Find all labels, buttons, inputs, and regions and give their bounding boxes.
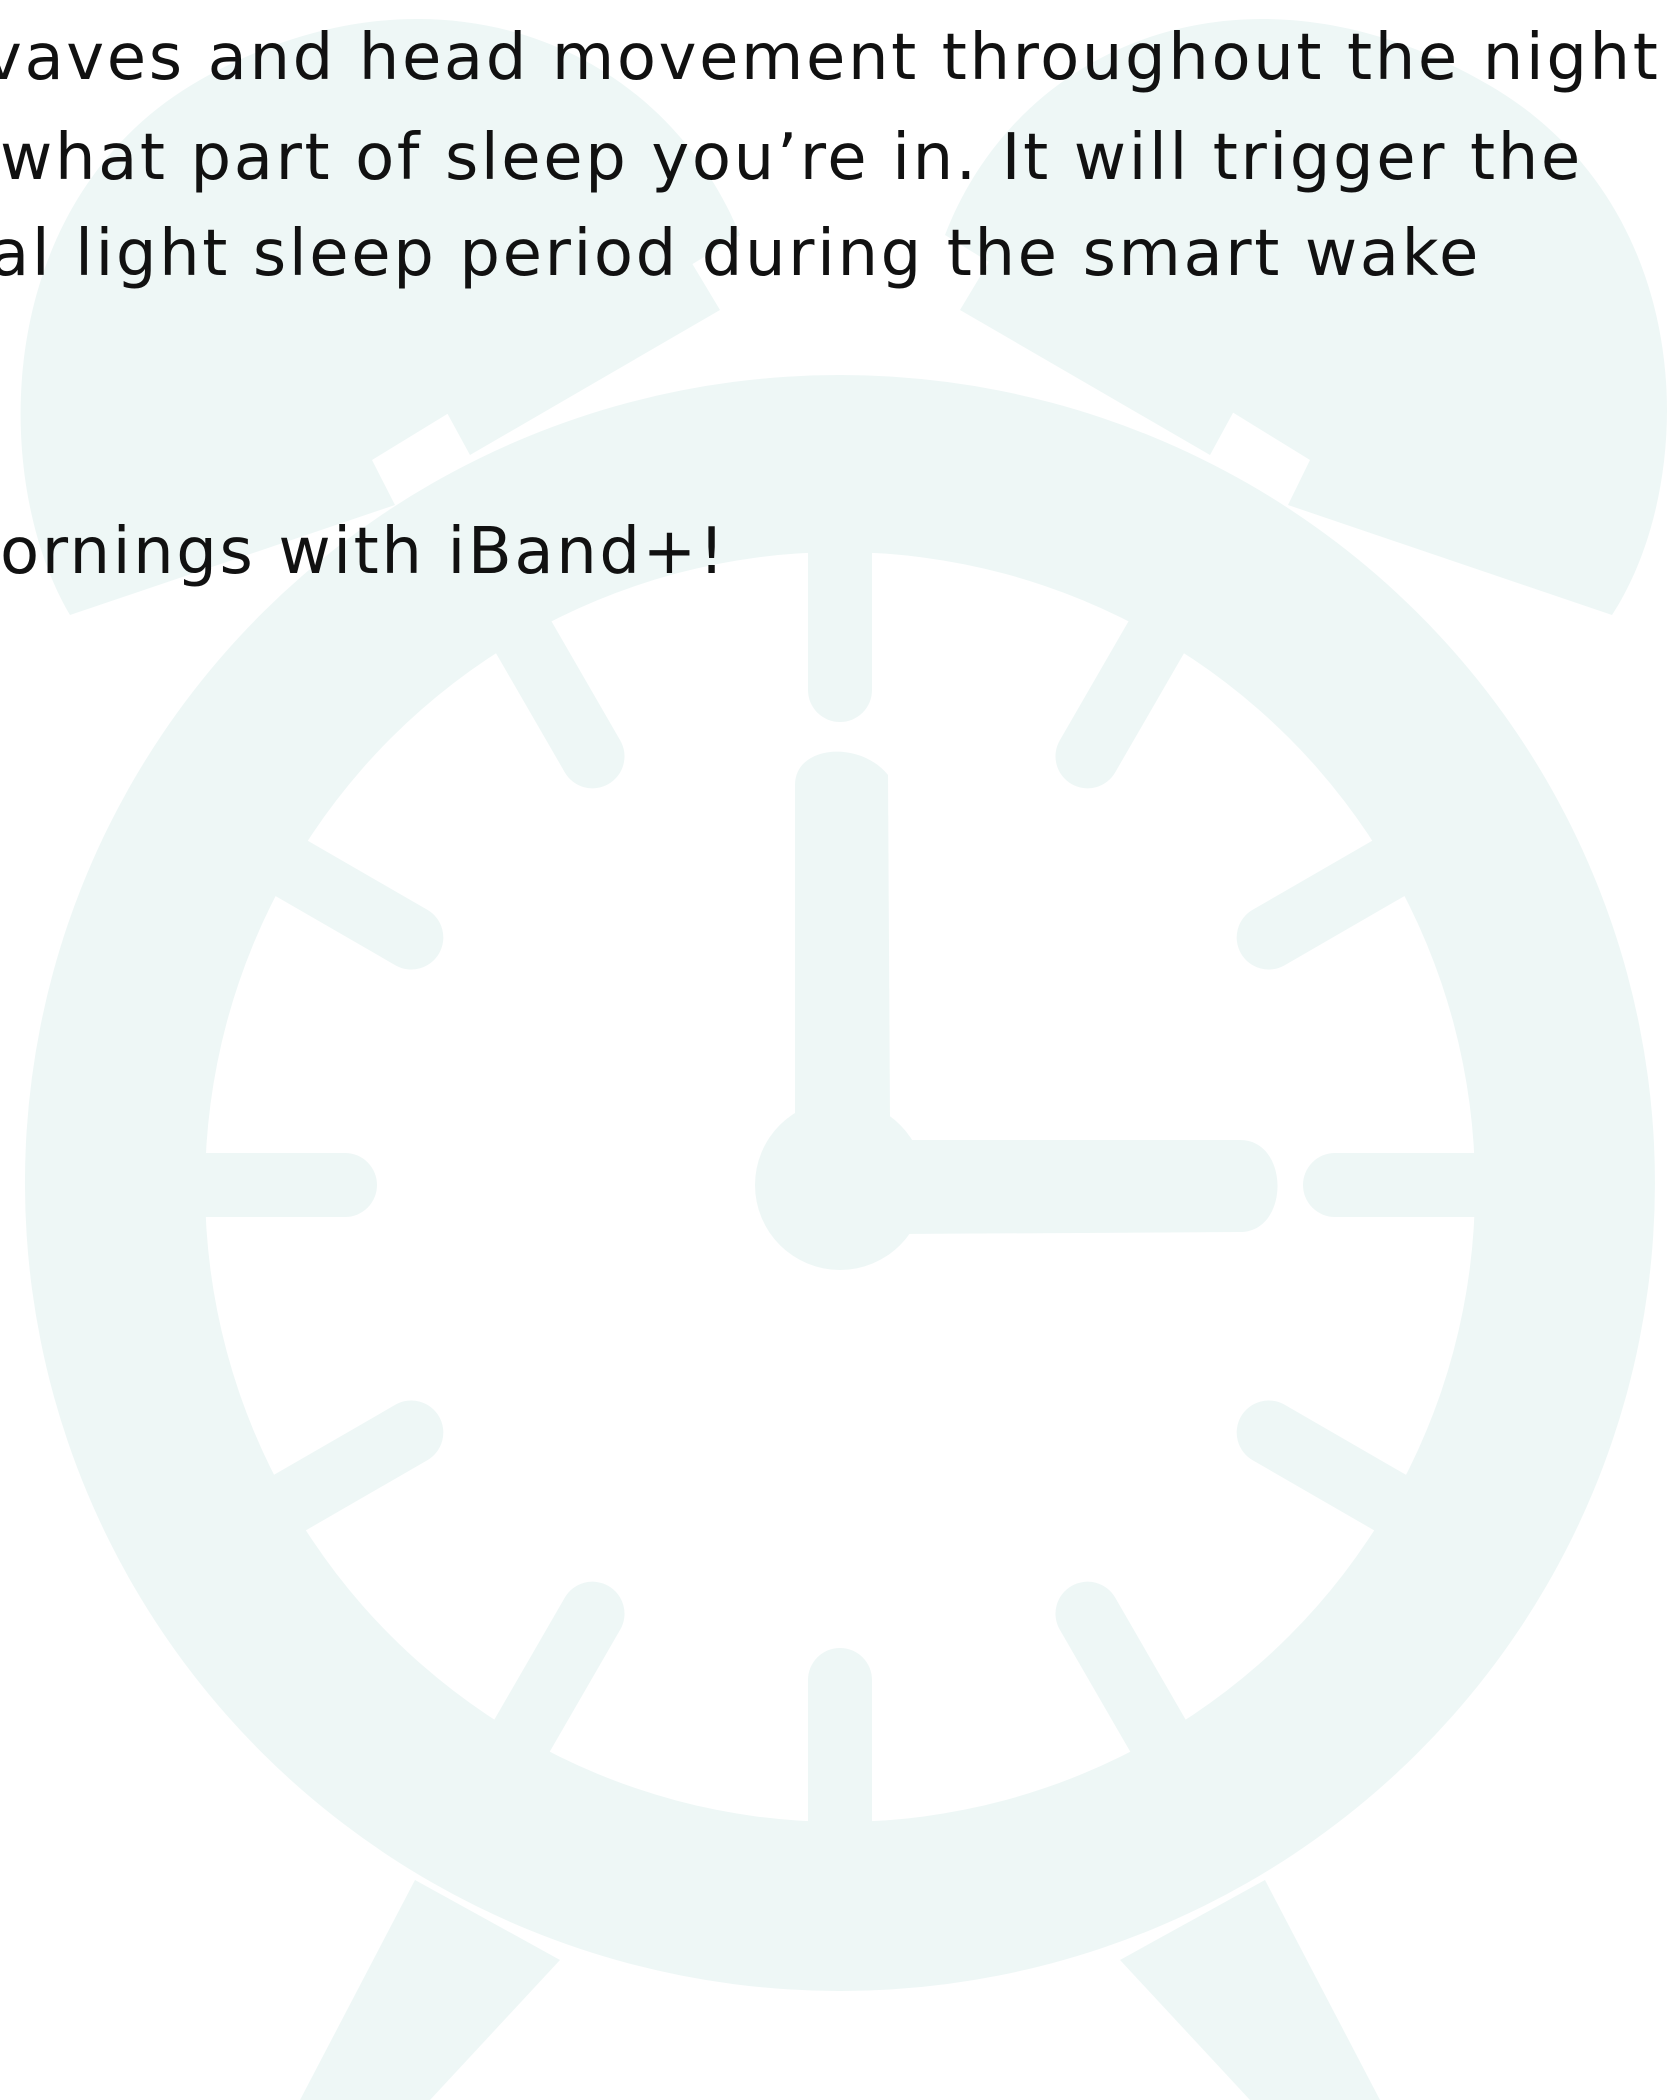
body-text-line-4: ornings with iBand+! <box>0 515 728 589</box>
body-text-line-3: al light sleep period during the smart w… <box>0 217 1481 291</box>
page: vaves and head movement throughout the n… <box>0 0 1671 2100</box>
body-text: vaves and head movement throughout the n… <box>0 0 1671 2100</box>
body-text-line-1: vaves and head movement throughout the n… <box>0 21 1661 95</box>
body-text-line-2: what part of sleep you’re in. It will tr… <box>0 121 1583 195</box>
